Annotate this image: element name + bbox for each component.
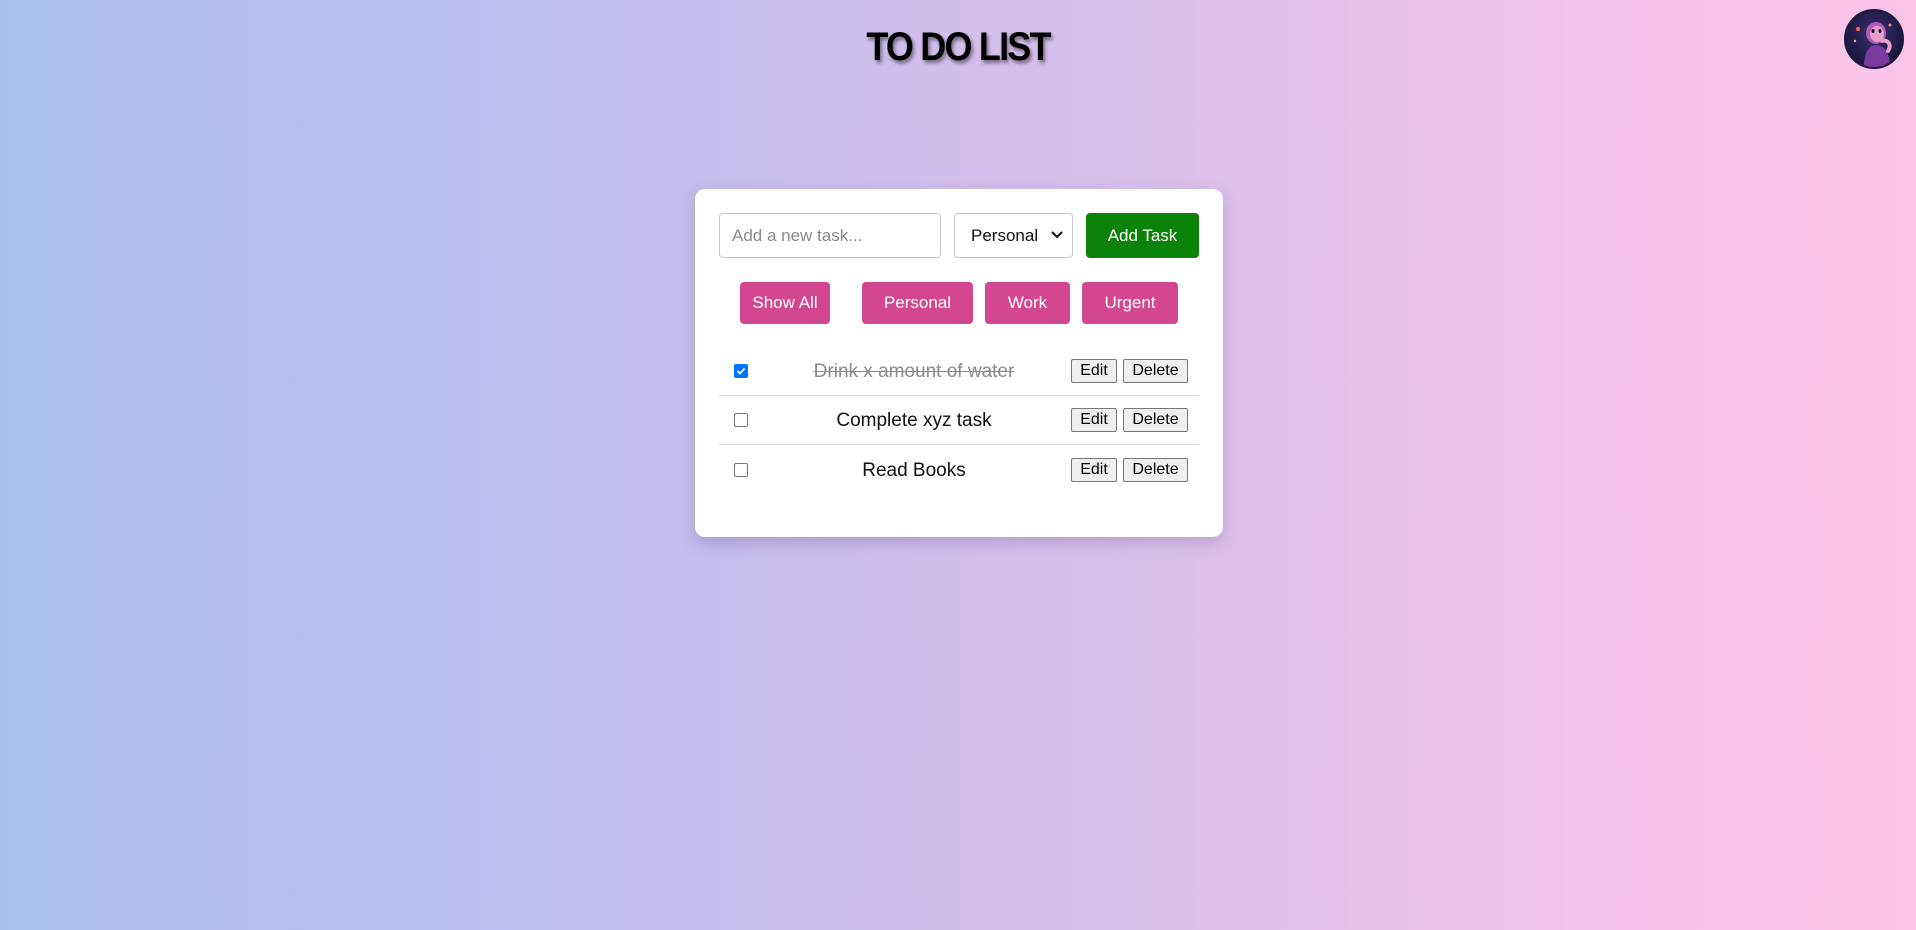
page-title: TO DO LIST xyxy=(866,25,1051,69)
avatar-illustration-icon xyxy=(1853,22,1892,67)
checkmark-icon xyxy=(736,367,746,375)
task-checkbox[interactable] xyxy=(734,413,748,427)
filter-work-button[interactable]: Work xyxy=(985,282,1070,324)
edit-task-button[interactable]: Edit xyxy=(1071,458,1117,482)
task-text: Complete xyz task xyxy=(836,410,992,431)
new-task-input[interactable] xyxy=(719,213,941,258)
task-text: Read Books xyxy=(862,460,966,481)
delete-task-button[interactable]: Delete xyxy=(1123,359,1188,383)
chevron-down-icon xyxy=(1051,231,1063,239)
filter-personal-button[interactable]: Personal xyxy=(862,282,973,324)
delete-task-button[interactable]: Delete xyxy=(1123,458,1188,482)
filter-show-all-button[interactable]: Show All xyxy=(740,282,830,324)
category-select[interactable]: Personal xyxy=(954,213,1073,258)
task-row: Read Books Edit Delete xyxy=(719,446,1199,495)
task-checkbox[interactable] xyxy=(734,463,748,477)
task-text: Drink x amount of water xyxy=(813,361,1015,382)
task-row: Complete xyz task Edit Delete xyxy=(719,396,1199,445)
task-row: Drink x amount of water Edit Delete xyxy=(719,347,1199,396)
category-selected-value: Personal xyxy=(971,225,1039,245)
task-checkbox[interactable] xyxy=(734,364,748,378)
delete-task-button[interactable]: Delete xyxy=(1123,408,1188,432)
add-task-button[interactable]: Add Task xyxy=(1086,213,1199,258)
filter-urgent-button[interactable]: Urgent xyxy=(1082,282,1178,324)
edit-task-button[interactable]: Edit xyxy=(1071,359,1117,383)
todo-card: Personal Add Task Show All Personal Work… xyxy=(695,189,1223,537)
edit-task-button[interactable]: Edit xyxy=(1071,408,1117,432)
user-avatar[interactable] xyxy=(1844,9,1904,69)
